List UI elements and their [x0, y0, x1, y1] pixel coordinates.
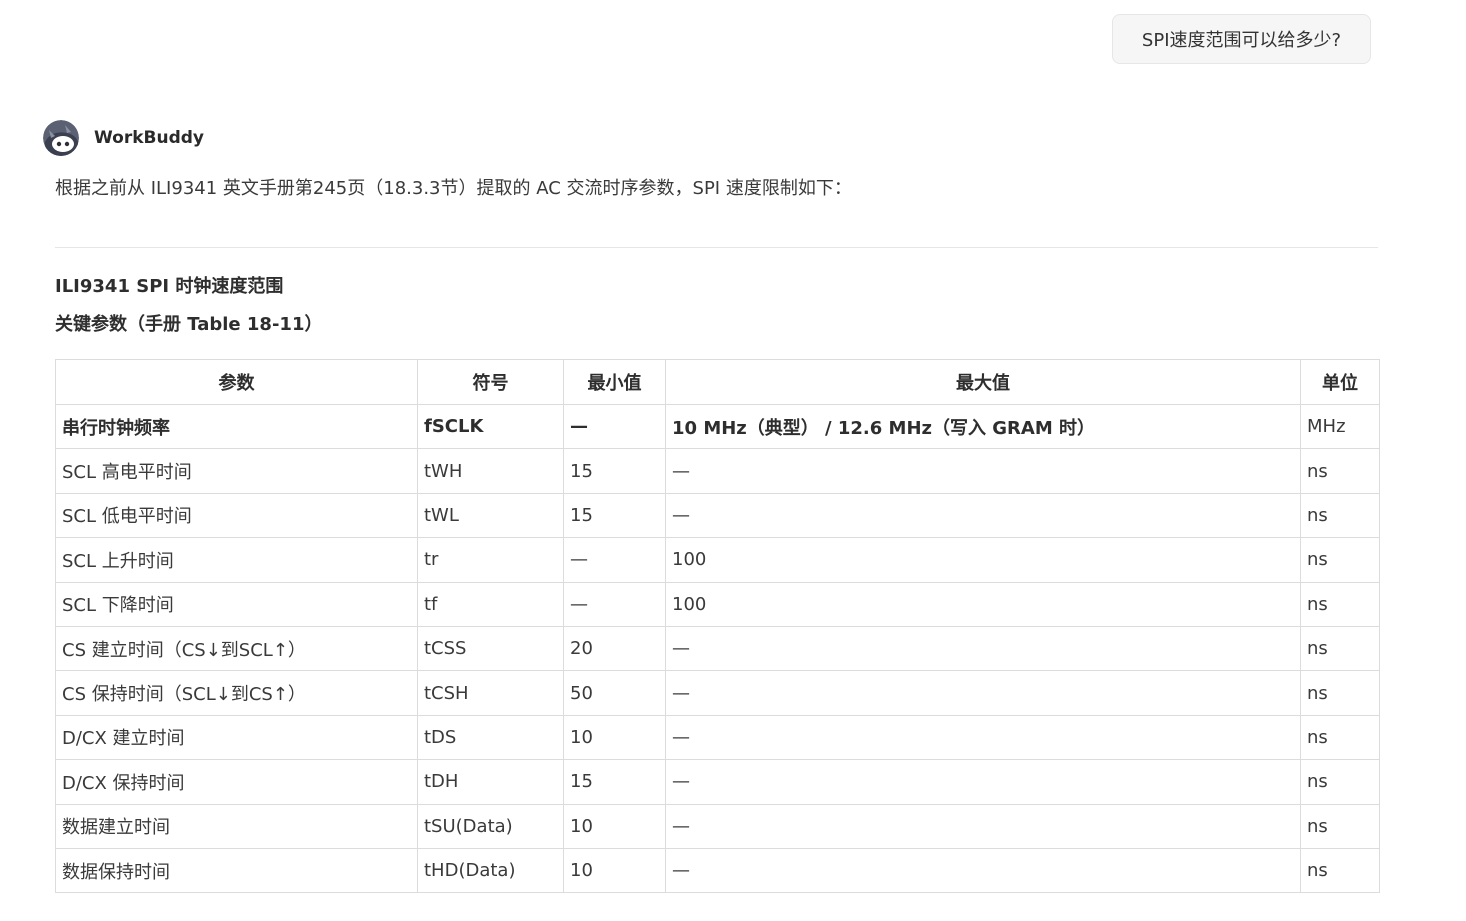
table-header-row: 参数 符号 最小值 最大值 单位 [55, 359, 1380, 405]
cell-max: 100 [665, 537, 1301, 583]
section-title: ILI9341 SPI 时钟速度范围 [55, 276, 284, 297]
cell-param: 数据建立时间 [55, 803, 418, 849]
cell-symbol: tf [417, 581, 564, 627]
assistant-name: WorkBuddy [94, 128, 204, 148]
cell-unit: ns [1300, 537, 1380, 583]
cell-unit: ns [1300, 581, 1380, 627]
cell-symbol: tWL [417, 492, 564, 539]
section-subtitle: 关键参数（手册 Table 18-11） [55, 314, 323, 335]
cell-symbol: tHD(Data) [417, 847, 564, 894]
user-message-text: SPI速度范围可以给多少? [1141, 30, 1342, 51]
robot-avatar-icon [43, 120, 79, 156]
user-message-bubble: SPI速度范围可以给多少? [1112, 14, 1371, 64]
table-row: SCL 下降时间 tf — 100 ns [55, 581, 1380, 627]
section-divider [55, 247, 1378, 248]
cell-unit: ns [1300, 759, 1380, 805]
table-row: CS 保持时间（SCL↓到CS↑） tCSH 50 — ns [55, 670, 1380, 716]
table-row: SCL 高电平时间 tWH 15 — ns [55, 448, 1380, 494]
spi-parameters-table: 参数 符号 最小值 最大值 单位 串行时钟频率 fSCLK — 10 MHz（典… [55, 359, 1380, 894]
cell-max: — [665, 847, 1301, 894]
cell-max: — [665, 759, 1301, 805]
cell-unit: ns [1300, 670, 1380, 716]
header-max: 最大值 [665, 359, 1301, 405]
cell-param: SCL 低电平时间 [55, 492, 418, 539]
cell-max: — [665, 714, 1301, 761]
cell-param: D/CX 建立时间 [55, 714, 418, 761]
header-unit: 单位 [1300, 359, 1380, 405]
table-row: D/CX 建立时间 tDS 10 — ns [55, 714, 1380, 761]
cell-symbol: tSU(Data) [417, 803, 564, 849]
cell-symbol: tCSH [417, 670, 564, 716]
cell-symbol: tr [417, 537, 564, 583]
cell-min: — [563, 537, 666, 583]
cell-unit: ns [1300, 448, 1380, 494]
cell-symbol: tDS [417, 714, 564, 761]
table-row: CS 建立时间（CS↓到SCL↑） tCSS 20 — ns [55, 625, 1380, 672]
cell-max: — [665, 448, 1301, 494]
cell-unit: ns [1300, 803, 1380, 849]
cell-max: — [665, 625, 1301, 672]
cell-min: — [563, 403, 666, 450]
cell-symbol: tWH [417, 448, 564, 494]
table-row: 串行时钟频率 fSCLK — 10 MHz（典型） / 12.6 MHz（写入 … [55, 403, 1380, 450]
cell-param: 串行时钟频率 [55, 403, 418, 450]
cell-min: 15 [563, 448, 666, 494]
cell-min: — [563, 581, 666, 627]
assistant-header: WorkBuddy [43, 120, 204, 156]
cell-symbol: tCSS [417, 625, 564, 672]
cell-min: 15 [563, 492, 666, 539]
cell-min: 10 [563, 803, 666, 849]
cell-param: 数据保持时间 [55, 847, 418, 894]
cell-param: D/CX 保持时间 [55, 759, 418, 805]
table-row: 数据建立时间 tSU(Data) 10 — ns [55, 803, 1380, 849]
cell-unit: MHz [1300, 403, 1380, 450]
header-param: 参数 [55, 359, 418, 405]
cell-param: SCL 下降时间 [55, 581, 418, 627]
table-row: D/CX 保持时间 tDH 15 — ns [55, 759, 1380, 805]
cell-param: CS 建立时间（CS↓到SCL↑） [55, 625, 418, 672]
cell-unit: ns [1300, 714, 1380, 761]
cell-min: 20 [563, 625, 666, 672]
header-symbol: 符号 [417, 359, 564, 405]
cell-param: SCL 上升时间 [55, 537, 418, 583]
cell-symbol: tDH [417, 759, 564, 805]
table-row: SCL 低电平时间 tWL 15 — ns [55, 492, 1380, 539]
cell-unit: ns [1300, 625, 1380, 672]
cell-param: CS 保持时间（SCL↓到CS↑） [55, 670, 418, 716]
cell-max: 10 MHz（典型） / 12.6 MHz（写入 GRAM 时） [665, 403, 1301, 450]
cell-min: 10 [563, 714, 666, 761]
cell-min: 15 [563, 759, 666, 805]
header-min: 最小值 [563, 359, 666, 405]
assistant-intro-text: 根据之前从 ILI9341 英文手册第245页（18.3.3节）提取的 AC 交… [55, 178, 852, 199]
cell-min: 50 [563, 670, 666, 716]
table-row: SCL 上升时间 tr — 100 ns [55, 537, 1380, 583]
cell-symbol: fSCLK [417, 403, 564, 450]
table-row: 数据保持时间 tHD(Data) 10 — ns [55, 847, 1380, 894]
cell-unit: ns [1300, 492, 1380, 539]
cell-min: 10 [563, 847, 666, 894]
cell-max: — [665, 803, 1301, 849]
cell-max: — [665, 670, 1301, 716]
cell-param: SCL 高电平时间 [55, 448, 418, 494]
cell-unit: ns [1300, 847, 1380, 894]
cell-max: 100 [665, 581, 1301, 627]
cell-max: — [665, 492, 1301, 539]
